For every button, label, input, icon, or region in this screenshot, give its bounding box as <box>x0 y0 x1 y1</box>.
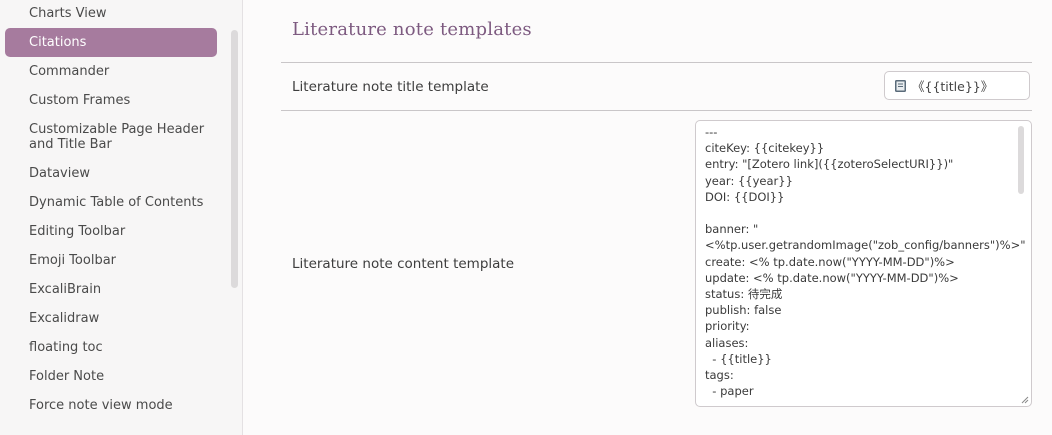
template-line: tags: <box>705 368 734 383</box>
sidebar-item-custom-frames[interactable]: Custom Frames <box>5 86 217 115</box>
title-template-value: 《{{title}}》 <box>912 79 994 94</box>
sidebar-item-force-note-view-mode[interactable]: Force note view mode <box>5 391 217 420</box>
template-line: banner: " <box>705 222 759 237</box>
template-line: year: {{year}} <box>705 173 793 188</box>
divider <box>281 62 1032 63</box>
sidebar-item-editing-toolbar[interactable]: Editing Toolbar <box>5 217 217 246</box>
template-line: entry: "[Zotero link]({{zoteroSelectURI}… <box>705 157 954 172</box>
template-line: aliases: <box>705 335 749 350</box>
sidebar-item-customizable-page-header-and-title-bar[interactable]: Customizable Page Header and Title Bar <box>5 115 217 159</box>
divider <box>281 110 1032 111</box>
template-line: create: <% tp.date.now("YYYY-MM-DD")%> <box>705 254 955 269</box>
sidebar-item-excalidraw[interactable]: Excalidraw <box>5 304 217 333</box>
title-template-label: Literature note title template <box>292 79 489 95</box>
template-line: update: <% tp.date.now("YYYY-MM-DD")%> <box>705 270 959 285</box>
textarea-scrollbar-thumb[interactable] <box>1018 126 1024 194</box>
template-line: - paper <box>705 384 754 399</box>
template-line: DOI: {{DOI}} <box>705 189 785 204</box>
sidebar-scrollbar-thumb[interactable] <box>231 30 238 288</box>
title-template-input[interactable]: 《{{title}}》 <box>884 71 1030 100</box>
content-template-label: Literature note content template <box>292 256 515 272</box>
sidebar-item-emoji-toolbar[interactable]: Emoji Toolbar <box>5 246 217 275</box>
sidebar-item-commander[interactable]: Commander <box>5 57 217 86</box>
sidebar-scrollbar[interactable] <box>231 30 239 288</box>
template-line: --- <box>705 399 1013 406</box>
template-line: publish: false <box>705 303 782 318</box>
template-line: citeKey: {{citekey}} <box>705 141 825 156</box>
template-line: priority: <box>705 319 750 334</box>
sidebar-item-floating-toc[interactable]: floating toc <box>5 333 217 362</box>
content-template-text[interactable]: --- citeKey: {{citekey}} entry: "[Zotero l… <box>705 124 1026 406</box>
plugin-list: Charts View Citations Commander Custom Fram… <box>5 0 217 420</box>
book-icon <box>894 79 907 93</box>
settings-window: Charts View Citations Commander Custom Fram… <box>0 0 1052 435</box>
sidebar-item-dynamic-table-of-contents[interactable]: Dynamic Table of Contents <box>5 188 217 217</box>
section-title: Literature note templates <box>292 19 532 40</box>
sidebar-item-dataview[interactable]: Dataview <box>5 159 217 188</box>
sidebar-item-charts-view[interactable]: Charts View <box>5 0 217 28</box>
sidebar-item-folder-note[interactable]: Folder Note <box>5 362 217 391</box>
sidebar-item-citations[interactable]: Citations <box>5 28 217 57</box>
template-line: --- <box>705 125 718 139</box>
settings-content: Literature note templates Literature not… <box>243 0 1052 435</box>
template-line: <%tp.user.getrandomImage("zob_config/ban… <box>705 238 1026 253</box>
template-line <box>705 205 1013 221</box>
template-line: - {{title}} <box>705 351 772 366</box>
sidebar-item-excalibrain[interactable]: ExcaliBrain <box>5 275 217 304</box>
template-line: status: 待完成 <box>705 287 783 302</box>
content-template-textarea[interactable]: --- citeKey: {{citekey}} entry: "[Zotero l… <box>695 120 1032 407</box>
plugin-sidebar: Charts View Citations Commander Custom Fram… <box>0 0 243 435</box>
resize-grip-icon[interactable] <box>1020 395 1029 404</box>
